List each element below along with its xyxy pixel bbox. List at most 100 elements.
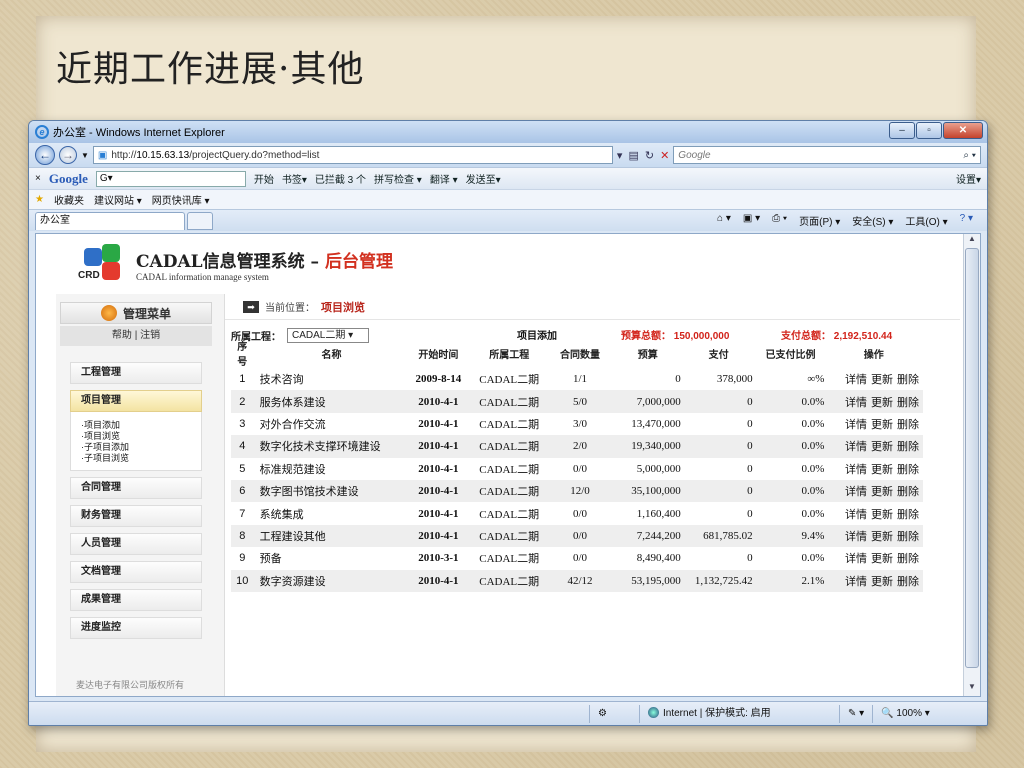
update-link[interactable]: 更新 bbox=[871, 576, 893, 588]
vertical-scrollbar[interactable]: ▲ ▼ bbox=[963, 234, 980, 696]
delete-link[interactable]: 删除 bbox=[897, 576, 919, 588]
details-link[interactable]: 详情 bbox=[845, 553, 867, 565]
cell-ratio: 0.0% bbox=[801, 462, 825, 475]
sidebar-item-results[interactable]: 成果管理 bbox=[70, 589, 202, 611]
dropdown-icon[interactable]: ▾ bbox=[617, 149, 623, 162]
details-link[interactable]: 详情 bbox=[845, 419, 867, 431]
sidebar-item-contract[interactable]: 合同管理 bbox=[70, 477, 202, 499]
forward-button[interactable]: → bbox=[59, 146, 77, 164]
delete-link[interactable]: 删除 bbox=[897, 464, 919, 476]
toolbar-popup-blocked[interactable]: 已拦截 3 个 bbox=[315, 171, 366, 186]
toolbar-spellcheck[interactable]: 拼写检查 ▾ bbox=[374, 171, 422, 186]
update-link[interactable]: 更新 bbox=[871, 553, 893, 565]
close-toolbar-icon[interactable]: × bbox=[35, 173, 41, 184]
history-dropdown-icon[interactable]: ▼ bbox=[81, 151, 89, 160]
maximize-button[interactable]: ▫ bbox=[916, 122, 942, 139]
cell-name: 数字资源建设 bbox=[253, 569, 406, 592]
details-link[interactable]: 详情 bbox=[845, 464, 867, 476]
back-button[interactable]: ← bbox=[35, 145, 55, 165]
breadcrumb-label: 当前位置： bbox=[265, 303, 315, 314]
delete-link[interactable]: 删除 bbox=[897, 441, 919, 453]
delete-link[interactable]: 删除 bbox=[897, 553, 919, 565]
new-tab-button[interactable] bbox=[187, 211, 213, 230]
search-icon[interactable]: ⌕ ▾ bbox=[963, 150, 976, 161]
details-link[interactable]: 详情 bbox=[845, 576, 867, 588]
details-link[interactable]: 详情 bbox=[845, 509, 867, 521]
update-link[interactable]: 更新 bbox=[871, 397, 893, 409]
suggested-sites-link[interactable]: 建议网站 ▾ bbox=[94, 192, 142, 207]
cell-project: CADAL二期 bbox=[471, 524, 548, 548]
feeds-icon[interactable]: ▣ ▾ bbox=[743, 213, 760, 228]
update-link[interactable]: 更新 bbox=[871, 531, 893, 543]
toolbar-start[interactable]: 开始 bbox=[254, 171, 274, 186]
update-link[interactable]: 更新 bbox=[871, 419, 893, 431]
submenu-item-sub-add[interactable]: ·子项目添加 bbox=[81, 442, 201, 453]
system-subtitle: CADAL information manage system bbox=[136, 271, 269, 282]
update-link[interactable]: 更新 bbox=[871, 486, 893, 498]
toolbar-send-to[interactable]: 发送至▾ bbox=[466, 171, 501, 186]
refresh-icon[interactable]: ↻ bbox=[645, 149, 654, 162]
tab-office[interactable]: 办公室 bbox=[35, 211, 185, 230]
scroll-down-icon[interactable]: ▼ bbox=[964, 682, 980, 696]
cell-count: 2/0 bbox=[547, 435, 613, 458]
print-icon[interactable]: ⎙ ▾ bbox=[772, 213, 787, 228]
status-security-icon[interactable]: ⚙ bbox=[589, 704, 639, 723]
toolbar-bookmarks[interactable]: 书签▾ bbox=[282, 171, 307, 186]
favorites-button[interactable]: 收藏夹 bbox=[54, 192, 84, 207]
home-icon[interactable]: ⌂ ▾ bbox=[717, 213, 731, 228]
sidebar-item-progress[interactable]: 进度监控 bbox=[70, 617, 202, 639]
cell-project: CADAL二期 bbox=[479, 508, 540, 521]
sidebar-item-finance[interactable]: 财务管理 bbox=[70, 505, 202, 527]
submenu-item-sub-browse[interactable]: ·子项目浏览 bbox=[81, 453, 201, 464]
toolbar-translate[interactable]: 翻译 ▾ bbox=[430, 171, 458, 186]
status-zoom[interactable]: 🔍 100% ▾ bbox=[872, 704, 938, 723]
delete-link[interactable]: 删除 bbox=[897, 531, 919, 543]
submenu-item-add[interactable]: ·项目添加 bbox=[81, 420, 201, 431]
delete-link[interactable]: 删除 bbox=[897, 397, 919, 409]
web-slice-gallery-link[interactable]: 网页快讯库 ▾ bbox=[152, 192, 210, 207]
details-link[interactable]: 详情 bbox=[845, 531, 867, 543]
safety-menu[interactable]: 安全(S) ▾ bbox=[852, 213, 893, 228]
update-link[interactable]: 更新 bbox=[871, 464, 893, 476]
update-link[interactable]: 更新 bbox=[871, 374, 893, 386]
sidebar-item-personnel[interactable]: 人员管理 bbox=[70, 533, 202, 555]
search-input[interactable]: Google ⌕ ▾ bbox=[673, 146, 981, 164]
delete-link[interactable]: 删除 bbox=[897, 374, 919, 386]
update-link[interactable]: 更新 bbox=[871, 441, 893, 453]
url-input[interactable]: ▣ http://10.15.63.13/projectQuery.do?met… bbox=[92, 146, 613, 164]
help-link[interactable]: 帮助 bbox=[112, 330, 132, 341]
delete-link[interactable]: 删除 bbox=[897, 419, 919, 431]
scroll-up-icon[interactable]: ▲ bbox=[964, 234, 980, 248]
page-menu[interactable]: 页面(P) ▾ bbox=[799, 213, 840, 228]
cell-paid: 0 bbox=[747, 462, 753, 475]
cell-project: CADAL二期 bbox=[471, 435, 548, 458]
details-link[interactable]: 详情 bbox=[845, 441, 867, 453]
details-link[interactable]: 详情 bbox=[845, 374, 867, 386]
cell-ops: 详情 更新 删除 bbox=[826, 413, 923, 435]
submenu-item-browse[interactable]: ·项目浏览 bbox=[81, 431, 201, 442]
delete-link[interactable]: 删除 bbox=[897, 509, 919, 521]
sidebar-item-project-mgmt[interactable]: 工程管理 bbox=[70, 362, 202, 384]
compat-view-icon[interactable]: ▤ bbox=[628, 149, 638, 162]
google-search-input[interactable]: G▾ bbox=[95, 170, 246, 187]
minimize-button[interactable]: – bbox=[889, 122, 915, 139]
system-title-main: CADAL信息管理系统 bbox=[136, 251, 305, 272]
stop-icon[interactable]: ✕ bbox=[660, 149, 669, 162]
tools-menu[interactable]: 工具(O) ▾ bbox=[905, 213, 947, 228]
update-link[interactable]: 更新 bbox=[871, 509, 893, 521]
delete-link[interactable]: 删除 bbox=[897, 486, 919, 498]
status-addons-icon[interactable]: ✎ ▾ bbox=[839, 704, 872, 723]
help-icon[interactable]: ? ▾ bbox=[960, 213, 973, 228]
sidebar-item-documents[interactable]: 文档管理 bbox=[70, 561, 202, 583]
title-bar[interactable]: e 办公室 - Windows Internet Explorer – ▫ ✕ bbox=[29, 121, 987, 143]
logout-link[interactable]: 注销 bbox=[140, 330, 160, 341]
scroll-thumb[interactable] bbox=[965, 248, 979, 668]
sidebar-item-item-mgmt[interactable]: 项目管理 bbox=[70, 390, 202, 412]
toolbar-settings[interactable]: 设置▾ bbox=[956, 171, 981, 186]
status-zone[interactable]: Internet | 保护模式: 启用 bbox=[639, 704, 839, 723]
cell-no: 7 bbox=[239, 507, 246, 520]
cell-no: 4 bbox=[231, 435, 254, 458]
details-link[interactable]: 详情 bbox=[845, 486, 867, 498]
close-button[interactable]: ✕ bbox=[943, 122, 983, 139]
details-link[interactable]: 详情 bbox=[845, 397, 867, 409]
